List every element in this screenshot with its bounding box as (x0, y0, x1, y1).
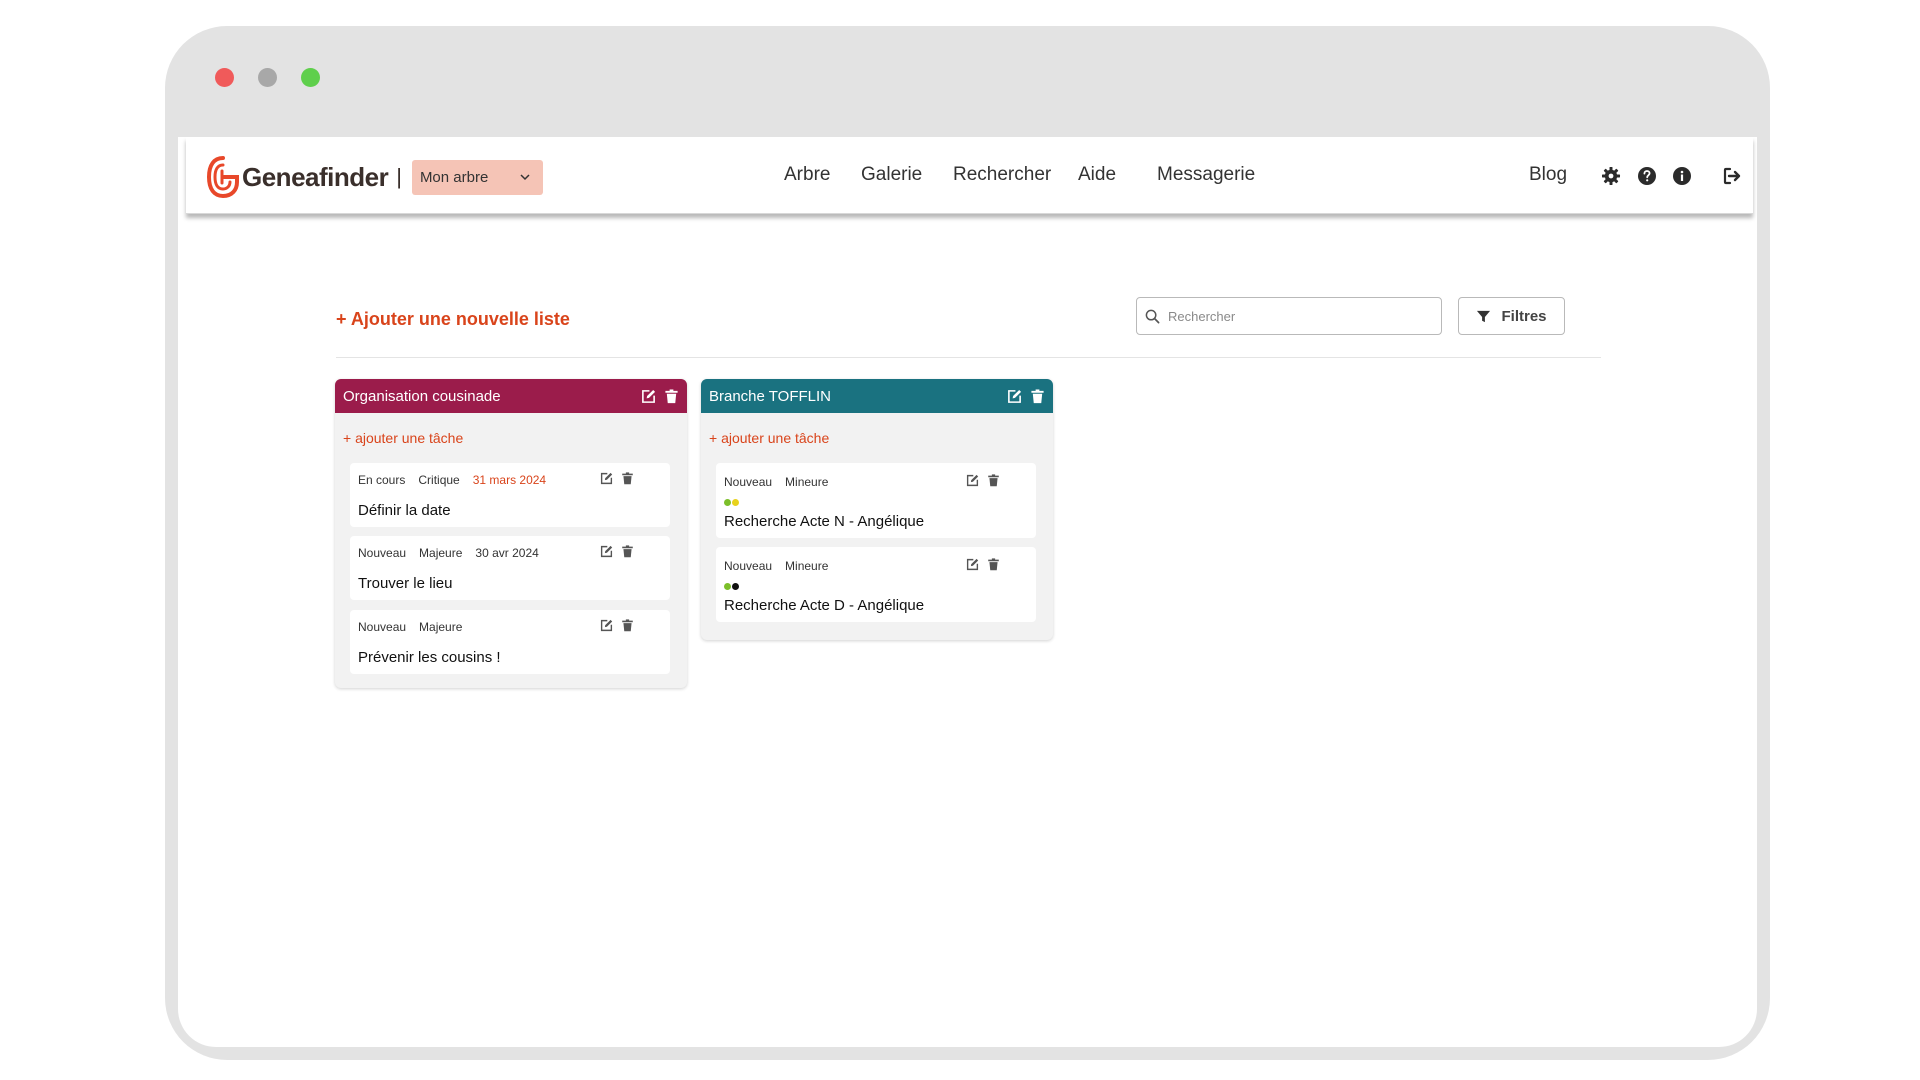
task-status: Nouveau (724, 559, 773, 573)
list-title: Organisation cousinade (343, 387, 501, 405)
trash-icon[interactable] (987, 474, 1000, 487)
trash-icon[interactable] (1030, 388, 1045, 404)
trash-icon[interactable] (664, 388, 679, 404)
search-input[interactable] (1168, 308, 1428, 324)
tag-dot-green (724, 583, 731, 590)
tag-dot-black (732, 583, 739, 590)
task-card[interactable]: Nouveau Majeure 30 avr 2024 Trouver le l… (350, 536, 670, 600)
list-header: Organisation cousinade (335, 379, 687, 413)
list-title: Branche TOFFLIN (709, 387, 831, 405)
gear-icon[interactable] (1601, 166, 1621, 186)
task-priority: Mineure (785, 559, 829, 573)
sign-out-icon[interactable] (1722, 166, 1742, 186)
task-card[interactable]: En cours Critique 31 mars 2024 Définir l… (350, 463, 670, 527)
edit-icon[interactable] (600, 545, 613, 558)
task-due-date: 31 mars 2024 (472, 473, 547, 487)
close-window-button[interactable] (215, 68, 234, 87)
toolbar-divider (336, 357, 1601, 358)
trash-icon[interactable] (621, 619, 634, 632)
brand-logo[interactable]: Geneafinder | Mon arbre (206, 155, 543, 199)
filters-label: Filtres (1501, 307, 1547, 325)
search-box (1136, 297, 1442, 335)
task-priority: Majeure (419, 546, 463, 560)
edit-icon[interactable] (966, 558, 979, 571)
nav-link-blog[interactable]: Blog (1529, 164, 1567, 186)
navbar: Geneafinder | Mon arbre Arbre Galerie Re… (186, 137, 1753, 214)
page-viewport: Geneafinder | Mon arbre Arbre Galerie Re… (178, 137, 1757, 1047)
task-status: Nouveau (724, 475, 773, 489)
task-card[interactable]: Nouveau Mineure Recherche Acte D - Angél… (716, 547, 1036, 622)
edit-icon[interactable] (600, 472, 613, 485)
task-card[interactable]: Nouveau Mineure Recherche Acte N - Angél… (716, 463, 1036, 538)
task-title: Prévenir les cousins ! (358, 649, 501, 666)
edit-icon[interactable] (1007, 389, 1022, 404)
add-list-button[interactable]: + Ajouter une nouvelle liste (336, 309, 570, 330)
nav-link-aide[interactable]: Aide (1078, 164, 1116, 186)
task-title: Recherche Acte D - Angélique (724, 597, 925, 614)
task-status: En cours (358, 473, 406, 487)
tree-select-value: Mon arbre (419, 168, 489, 186)
task-status: Nouveau (358, 546, 407, 560)
task-status: Nouveau (358, 620, 407, 634)
edit-icon[interactable] (641, 389, 656, 404)
minimize-window-button[interactable] (258, 68, 277, 87)
list-header: Branche TOFFLIN (701, 379, 1053, 413)
nav-link-rechercher[interactable]: Rechercher (953, 164, 1051, 186)
task-due-date: 30 avr 2024 (475, 546, 539, 560)
task-title: Définir la date (358, 502, 451, 519)
list-column: Organisation cousinade + ajouter une tâc… (335, 379, 687, 688)
task-priority: Majeure (419, 620, 463, 634)
tag-dot-yellow (732, 499, 739, 506)
brand-name: Geneafinder (242, 161, 389, 192)
tree-select-dropdown[interactable]: Mon arbre (411, 159, 543, 195)
add-task-button[interactable]: + ajouter une tâche (709, 430, 1053, 448)
edit-icon[interactable] (966, 474, 979, 487)
geneafinder-logo-icon (206, 156, 239, 199)
filters-button[interactable]: Filtres (1458, 297, 1565, 335)
trash-icon[interactable] (621, 545, 634, 558)
task-priority: Mineure (785, 475, 829, 489)
maximize-window-button[interactable] (301, 68, 320, 87)
nav-link-arbre[interactable]: Arbre (784, 164, 830, 186)
chevron-down-icon (520, 174, 530, 181)
task-title: Trouver le lieu (358, 575, 453, 592)
filter-icon (1477, 310, 1491, 322)
brand-separator: | (396, 164, 402, 189)
search-icon (1145, 309, 1160, 323)
trash-icon[interactable] (621, 472, 634, 485)
task-title: Recherche Acte N - Angélique (724, 513, 925, 530)
nav-link-messagerie[interactable]: Messagerie (1157, 164, 1255, 186)
task-card[interactable]: Nouveau Majeure Prévenir les cousins ! (350, 610, 670, 674)
info-circle-icon[interactable] (1672, 166, 1692, 186)
question-circle-icon[interactable] (1637, 166, 1657, 186)
edit-icon[interactable] (600, 619, 613, 632)
nav-link-galerie[interactable]: Galerie (861, 164, 922, 186)
trash-icon[interactable] (987, 558, 1000, 571)
add-task-button[interactable]: + ajouter une tâche (343, 430, 687, 448)
list-column: Branche TOFFLIN + ajouter une tâche Nouv… (701, 379, 1053, 640)
tag-dot-green (724, 499, 731, 506)
task-priority: Critique (418, 473, 460, 487)
